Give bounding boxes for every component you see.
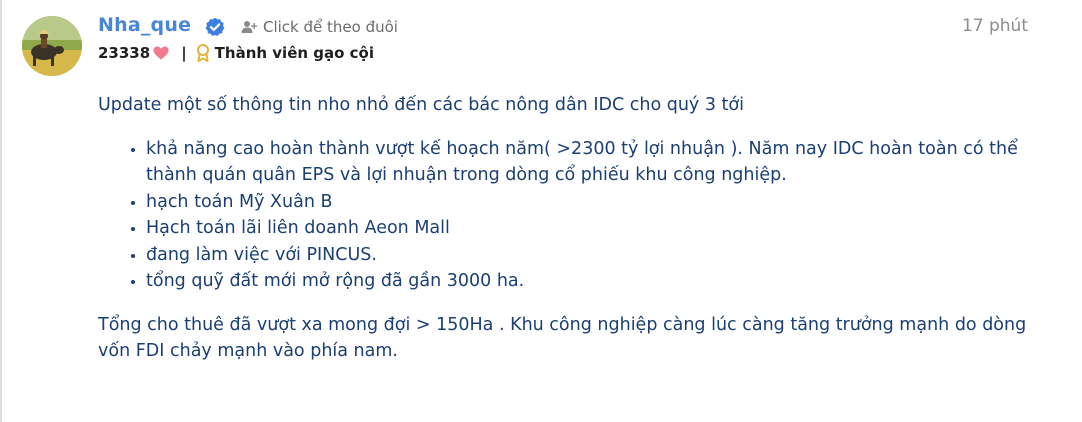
medal-icon — [196, 44, 209, 62]
list-item: tổng quỹ đất mới mở rộng đã gần 3000 ha. — [146, 268, 1048, 295]
heart-icon — [153, 46, 169, 60]
user-rank: Thành viên gạo cội — [214, 44, 375, 62]
post-time[interactable]: 17 phút — [962, 16, 1028, 36]
post-left-border — [0, 0, 2, 422]
list-item: Hạch toán lãi liên doanh Aeon Mall — [146, 215, 1048, 242]
add-user-icon — [241, 21, 257, 33]
list-item: hạch toán Mỹ Xuân B — [146, 189, 1048, 216]
list-item: khả năng cao hoàn thành vượt kế hoạch nă… — [146, 136, 1048, 189]
post-content: Update một số thông tin nho nhỏ đến các … — [98, 92, 1048, 365]
reputation-count: 23338 — [98, 44, 151, 62]
verified-badge-icon — [205, 17, 225, 36]
post-intro: Update một số thông tin nho nhỏ đến các … — [98, 95, 744, 115]
post-bullet-list: khả năng cao hoàn thành vượt kế hoạch nă… — [98, 136, 1048, 295]
avatar[interactable] — [22, 16, 82, 76]
list-item: đang làm việc với PINCUS. — [146, 242, 1048, 269]
follow-label: Click để theo đuôi — [263, 18, 398, 36]
post-outro: Tổng cho thuê đã vượt xa mong đợi > 150H… — [98, 314, 1027, 362]
stats-separator: | — [181, 44, 187, 62]
username[interactable]: Nha_que — [98, 14, 191, 36]
follow-button[interactable]: Click để theo đuôi — [241, 18, 398, 36]
forum-post: Nha_que Click để theo đuôi 17 phút 23338… — [0, 0, 1082, 422]
user-stats: 23338 | Thành viên gạo cội — [98, 44, 374, 62]
